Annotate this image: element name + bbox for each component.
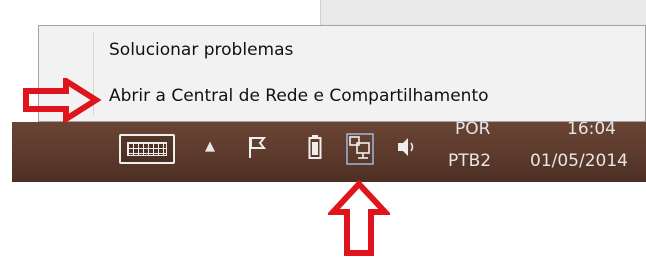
- red-arrow-right-icon: [23, 78, 102, 122]
- flag-icon[interactable]: [246, 134, 268, 160]
- network-icon[interactable]: [346, 133, 374, 165]
- network-context-menu: Solucionar problemas Abrir a Central de …: [38, 25, 646, 122]
- taskbar: ▲ POR PTB2 16:04 01/05/2014: [12, 119, 646, 182]
- clock-date[interactable]: 01/05/2014: [530, 151, 628, 171]
- keyboard-layout[interactable]: PTB2: [448, 151, 491, 171]
- menu-item-open-network-center[interactable]: Abrir a Central de Rede e Compartilhamen…: [109, 82, 489, 110]
- battery-icon[interactable]: [308, 134, 322, 160]
- keyboard-icon[interactable]: [119, 134, 175, 164]
- speaker-icon[interactable]: [396, 134, 418, 160]
- menu-item-troubleshoot[interactable]: Solucionar problemas: [109, 36, 293, 64]
- clock-time[interactable]: 16:04: [567, 119, 616, 139]
- input-language[interactable]: POR: [455, 119, 490, 139]
- chevron-up-icon[interactable]: ▲: [205, 139, 215, 154]
- red-arrow-up-icon: [328, 180, 390, 256]
